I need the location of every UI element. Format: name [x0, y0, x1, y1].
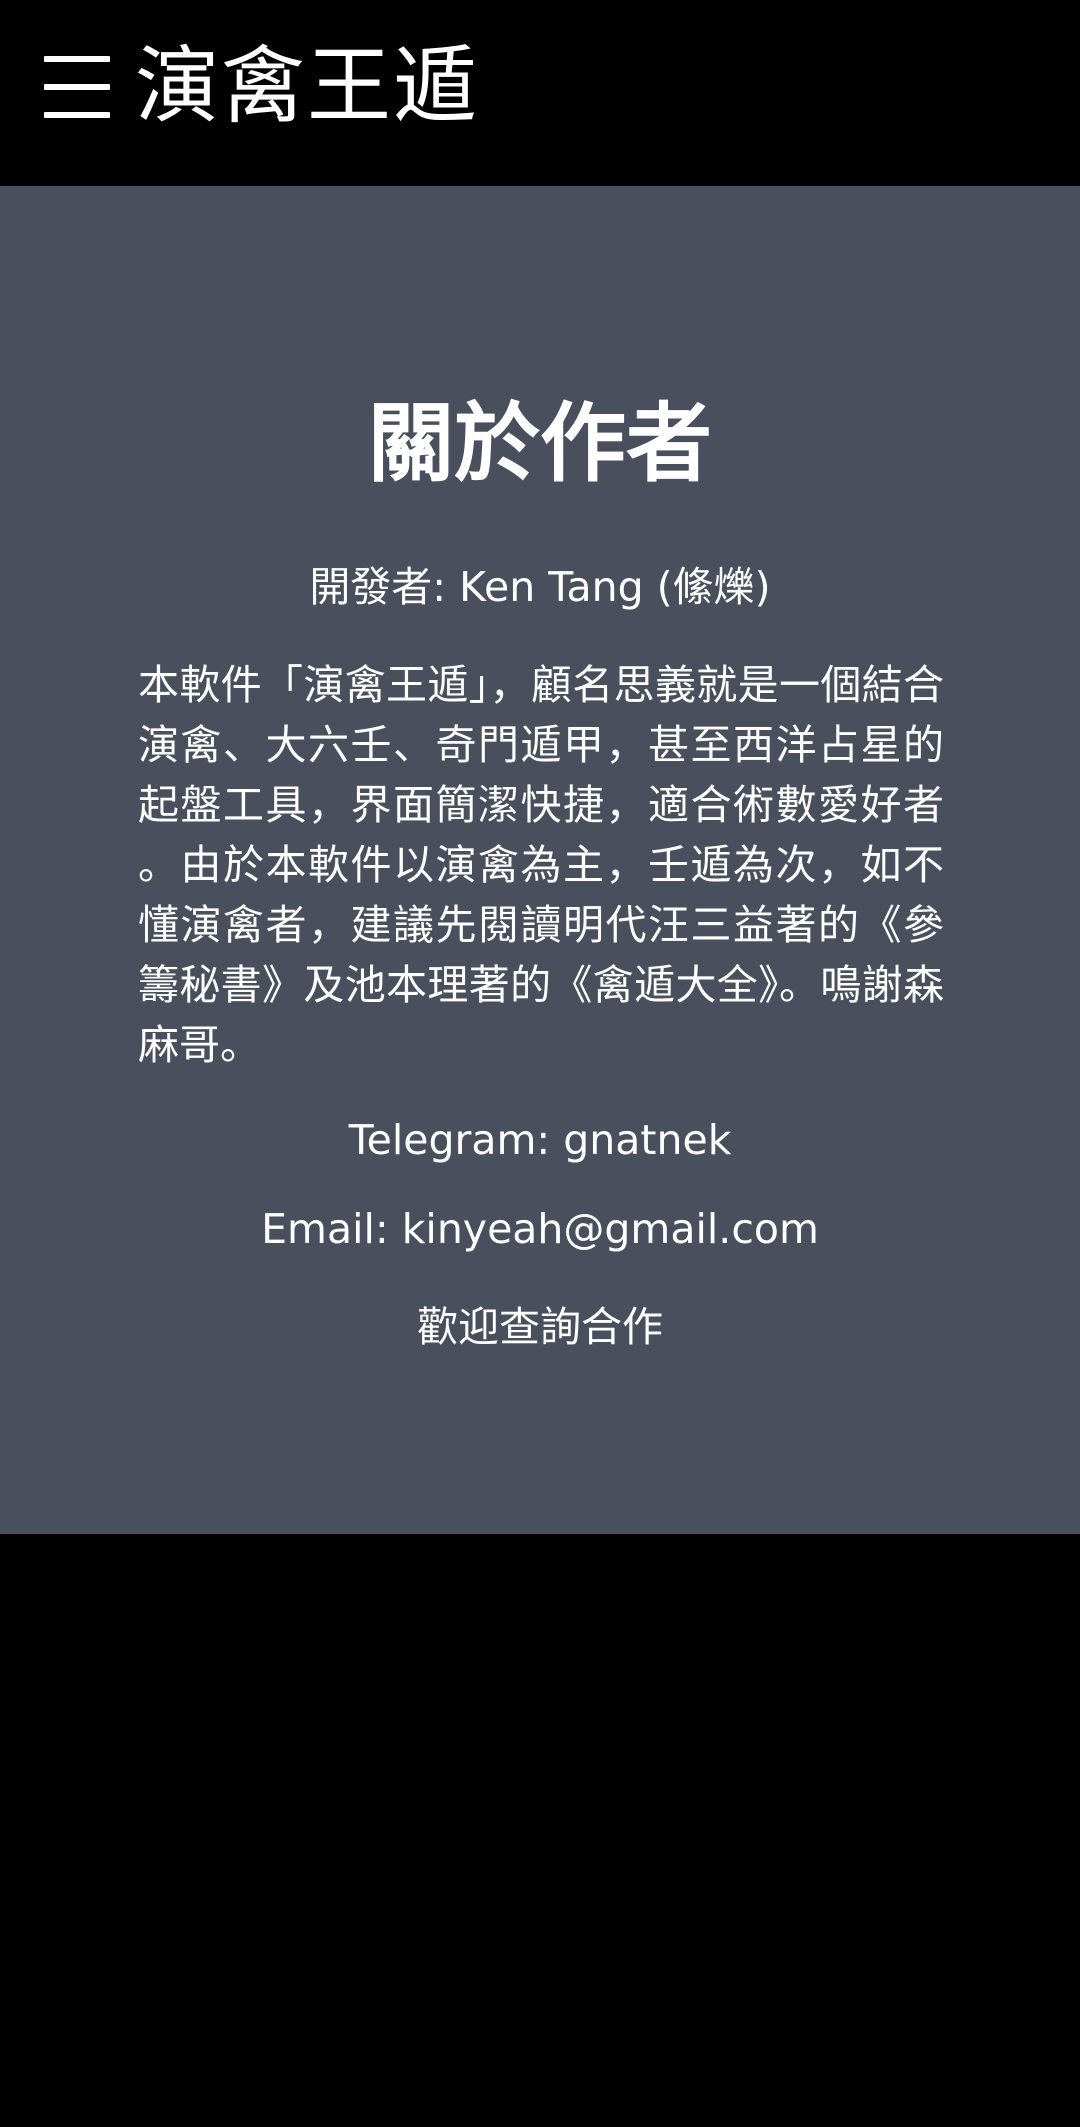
empty-background [0, 1534, 1080, 2127]
app-title: 演禽王遁 [135, 37, 480, 135]
developer-info: 開發者: Ken Tang (絛爍) [309, 563, 771, 611]
welcome-message: 歡迎查詢合作 [417, 1303, 663, 1351]
page-title: 關於作者 [368, 394, 712, 494]
about-author-panel: 關於作者 開發者: Ken Tang (絛爍) 本軟件「演禽王遁」，顧名思義就是… [0, 186, 1080, 1534]
hamburger-menu-icon[interactable] [44, 56, 112, 118]
telegram-contact: Telegram: gnatnek [348, 1116, 732, 1164]
menu-line [44, 112, 110, 118]
menu-line [44, 84, 110, 90]
app-description: 本軟件「演禽王遁」，顧名思義就是一個結合演禽、大六壬、奇門遁甲，甚至西洋占星的起… [138, 661, 944, 1069]
menu-line [44, 56, 110, 62]
email-contact: Email: kinyeah@gmail.com [261, 1205, 819, 1253]
app-bar: 演禽王遁 [0, 0, 1080, 186]
